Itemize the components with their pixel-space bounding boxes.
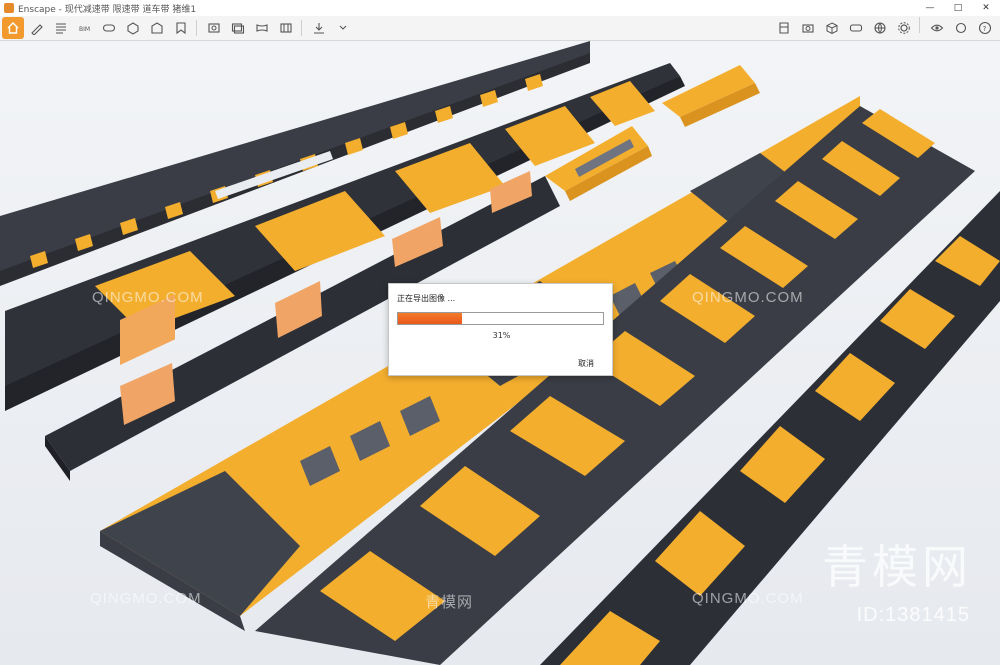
export-dropdown-button[interactable] [332, 17, 354, 39]
screenshot-icon [208, 23, 220, 33]
cancel-button[interactable]: 取消 [578, 358, 594, 369]
vr-button[interactable] [845, 17, 867, 39]
building-icon [151, 22, 163, 34]
vr-headset-icon [849, 24, 863, 32]
svg-text:?: ? [983, 25, 987, 33]
asset-library-icon [127, 22, 139, 35]
object-button[interactable] [821, 17, 843, 39]
watermark-site-text: QINGMO.COM [92, 289, 204, 306]
watermark-site-cn-text: 青模网 [425, 594, 474, 611]
pen-icon [31, 24, 43, 35]
gamepad-icon [102, 24, 116, 32]
close-button[interactable]: ✕ [972, 0, 1000, 16]
toolbar-separator [301, 20, 302, 36]
export-icon [314, 23, 324, 34]
asset-library-button[interactable] [122, 17, 144, 39]
settings-icon [955, 22, 967, 34]
minimize-button[interactable]: — [916, 0, 944, 16]
gear-icon [898, 22, 910, 34]
window-title: Enscape - 现代减速带 限速带 道车带 猪维1 [18, 4, 197, 15]
film-icon [280, 23, 292, 33]
list-button[interactable] [50, 17, 72, 39]
watermark-site-text: QINGMO.COM [692, 289, 804, 306]
material-editor-button[interactable] [773, 17, 795, 39]
toolbar-separator [919, 17, 920, 33]
help-icon: ? [978, 21, 992, 35]
batch-render-button[interactable] [227, 17, 249, 39]
settings-button[interactable] [950, 17, 972, 39]
camera-icon [802, 24, 814, 33]
watermark-brand-text: 青模网 [822, 540, 972, 594]
camera-tool-button[interactable] [26, 17, 48, 39]
list-icon [56, 23, 66, 34]
capture-button[interactable] [797, 17, 819, 39]
image-stack-icon [231, 23, 245, 34]
bim-button[interactable]: BIM [74, 17, 96, 39]
export-progress-dialog: 正在导出图像 ... 31% 取消 [388, 283, 613, 376]
watermark-site-text: QINGMO.COM [90, 590, 202, 607]
dialog-title: 正在导出图像 ... [397, 294, 456, 303]
globe-icon [874, 22, 886, 34]
sync-button[interactable] [170, 17, 192, 39]
watermark-site-text: QINGMO.COM [692, 590, 804, 607]
cube-icon [826, 22, 838, 35]
maximize-button[interactable]: □ [944, 0, 972, 16]
bookmark-icon [176, 22, 186, 35]
help-button[interactable]: ? [974, 17, 996, 39]
svg-text:BIM: BIM [79, 26, 90, 33]
progress-fill [398, 313, 462, 324]
export-button[interactable] [308, 17, 330, 39]
video-editor-button[interactable] [275, 17, 297, 39]
home-icon [7, 22, 19, 34]
toolbar-right: ? [771, 17, 996, 39]
progress-percent-label: 31% [492, 331, 511, 340]
export-progress-bar [397, 312, 604, 325]
game-controller-button[interactable] [98, 17, 120, 39]
material-icon [779, 22, 789, 34]
views-button[interactable] [146, 17, 168, 39]
chevron-down-icon [339, 25, 347, 30]
bim-icon: BIM [79, 26, 90, 33]
visual-settings-button[interactable] [926, 17, 948, 39]
panorama-icon [256, 24, 268, 32]
home-button[interactable] [2, 17, 24, 39]
panorama-button[interactable] [251, 17, 273, 39]
preferences-button[interactable] [893, 17, 915, 39]
toolbar-separator [196, 20, 197, 36]
enscape-logo-icon [4, 3, 14, 13]
screenshot-button[interactable] [203, 17, 225, 39]
eye-icon [930, 24, 944, 32]
web-standalone-button[interactable] [869, 17, 891, 39]
title-bar: Enscape - 现代减速带 限速带 道车带 猪维1 — □ ✕ [0, 0, 1000, 16]
toolbar: BIM ? [0, 16, 1000, 41]
window-controls: — □ ✕ [916, 0, 1000, 16]
watermark-id-text: ID:1381415 [856, 604, 970, 626]
